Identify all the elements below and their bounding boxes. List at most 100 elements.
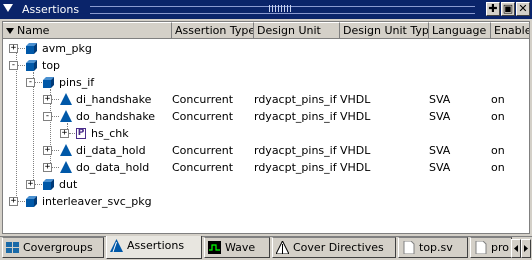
- enable: on: [491, 93, 505, 106]
- expand-icon[interactable]: +: [43, 146, 52, 155]
- tree-row[interactable]: + P hs_chk: [3, 125, 529, 142]
- package-icon: [26, 43, 37, 54]
- tree-row[interactable]: + avm_pkg: [3, 40, 529, 57]
- expand-icon[interactable]: +: [43, 95, 52, 104]
- file-icon: [475, 241, 487, 254]
- undock-icon: ▣: [502, 2, 514, 15]
- package-icon: [43, 77, 54, 88]
- sort-icon: [6, 28, 14, 34]
- tree-item-label: do_handshake: [76, 110, 156, 123]
- tree-row[interactable]: - pins_if: [3, 74, 529, 91]
- undock-button[interactable]: ▣: [501, 2, 515, 16]
- tab-top-sv[interactable]: top.sv: [398, 237, 468, 258]
- tab-cover-directives[interactable]: Cover Directives: [272, 237, 396, 258]
- tree-line: [52, 116, 59, 117]
- collapse-triangle-icon[interactable]: [3, 4, 13, 12]
- tree-line: [18, 65, 25, 66]
- assertion-type: Concurrent: [172, 144, 234, 157]
- tree-item-label: interleaver_svc_pkg: [42, 195, 152, 208]
- assertion-type: Concurrent: [172, 93, 234, 106]
- language: SVA: [429, 93, 451, 106]
- design-unit-type: VHDL: [340, 93, 371, 106]
- assertions-tree-table: Name Assertion Type Design Unit Design U…: [2, 21, 530, 234]
- close-icon: ✕: [518, 2, 528, 15]
- column-design-unit[interactable]: Design Unit: [254, 22, 340, 39]
- tree-row[interactable]: - top: [3, 57, 529, 74]
- design-unit: rdyacpt_pins_if: [254, 161, 337, 174]
- tree-item-label: dut: [59, 178, 78, 191]
- column-header: Name Assertion Type Design Unit Design U…: [3, 22, 529, 39]
- expand-icon[interactable]: +: [26, 180, 35, 189]
- close-button[interactable]: ✕: [516, 2, 530, 16]
- column-enable[interactable]: Enable: [491, 22, 529, 39]
- assertion-type: Concurrent: [172, 110, 234, 123]
- collapse-icon[interactable]: -: [43, 112, 52, 121]
- window-title: Assertions: [22, 3, 80, 16]
- tree-line: [35, 184, 42, 185]
- tree-item-label: hs_chk: [91, 127, 129, 140]
- tree-row[interactable]: + dut: [3, 176, 529, 193]
- design-unit: rdyacpt_pins_if: [254, 110, 337, 123]
- enable: on: [491, 110, 505, 123]
- tree-item-label: do_data_hold: [76, 161, 150, 174]
- design-unit-type: VHDL: [340, 110, 371, 123]
- tab-assertions[interactable]: Assertions: [106, 236, 202, 259]
- assertion-icon: [60, 144, 72, 156]
- assertion-icon: [60, 110, 72, 122]
- collapse-icon[interactable]: -: [26, 78, 35, 87]
- assertion-type: Concurrent: [172, 161, 234, 174]
- design-unit-type: VHDL: [340, 144, 371, 157]
- drag-grip-handle[interactable]: [269, 5, 291, 12]
- tree-row[interactable]: + di_handshake Concurrent rdyacpt_pins_i…: [3, 91, 529, 108]
- language: SVA: [429, 144, 451, 157]
- tree-item-label: top: [42, 59, 61, 72]
- tree-line: [18, 201, 25, 202]
- tab-covergroups[interactable]: Covergroups: [2, 237, 104, 258]
- column-name[interactable]: Name: [3, 22, 172, 39]
- tree-row[interactable]: + interleaver_svc_pkg: [3, 193, 529, 210]
- dock-button[interactable]: ✚: [486, 2, 500, 16]
- enable: on: [491, 161, 505, 174]
- wave-icon: [208, 241, 221, 254]
- tree-line: [52, 99, 59, 100]
- tree-line: [52, 150, 59, 151]
- column-language[interactable]: Language: [429, 22, 491, 39]
- tree-row[interactable]: + di_data_hold Concurrent rdyacpt_pins_i…: [3, 142, 529, 159]
- assertions-icon: [110, 239, 123, 252]
- tree-item-label: pins_if: [59, 76, 95, 89]
- collapse-icon[interactable]: -: [9, 61, 18, 70]
- column-design-unit-type[interactable]: Design Unit Type: [340, 22, 429, 39]
- package-icon: [26, 60, 37, 71]
- tree-row[interactable]: - do_handshake Concurrent rdyacpt_pins_i…: [3, 108, 529, 125]
- scroll-tabs-left-button[interactable]: [511, 239, 521, 258]
- tree-item-label: di_handshake: [76, 93, 152, 106]
- assertion-icon: [60, 161, 72, 173]
- design-unit: rdyacpt_pins_if: [254, 144, 337, 157]
- tree-item-label: di_data_hold: [76, 144, 146, 157]
- package-icon: [43, 179, 54, 190]
- tree-line: [52, 167, 59, 168]
- window-titlebar[interactable]: Assertions ✚ ▣ ✕: [0, 0, 532, 19]
- arrow-left-icon: [514, 245, 518, 252]
- covergroups-icon: [6, 242, 19, 253]
- language: SVA: [429, 161, 451, 174]
- enable: on: [491, 144, 505, 157]
- tab-wave[interactable]: Wave: [204, 237, 270, 258]
- expand-icon[interactable]: +: [9, 197, 18, 206]
- column-assertion-type[interactable]: Assertion Type: [172, 22, 254, 39]
- package-icon: [26, 196, 37, 207]
- tree-line: [35, 82, 42, 83]
- tree-row[interactable]: + do_data_hold Concurrent rdyacpt_pins_i…: [3, 159, 529, 176]
- cover-directives-icon: [276, 241, 289, 254]
- expand-icon[interactable]: +: [9, 44, 18, 53]
- property-icon: P: [76, 128, 86, 139]
- tab-pro[interactable]: pro: [470, 237, 512, 258]
- file-icon: [403, 241, 415, 254]
- expand-icon[interactable]: +: [60, 129, 69, 138]
- expand-icon[interactable]: +: [43, 163, 52, 172]
- design-unit: rdyacpt_pins_if: [254, 93, 337, 106]
- scroll-tabs-right-button[interactable]: [521, 239, 531, 258]
- tab-bar: Covergroups Assertions Wave Cover Direct…: [0, 236, 532, 260]
- design-unit-type: VHDL: [340, 161, 371, 174]
- dock-icon: ✚: [488, 2, 498, 15]
